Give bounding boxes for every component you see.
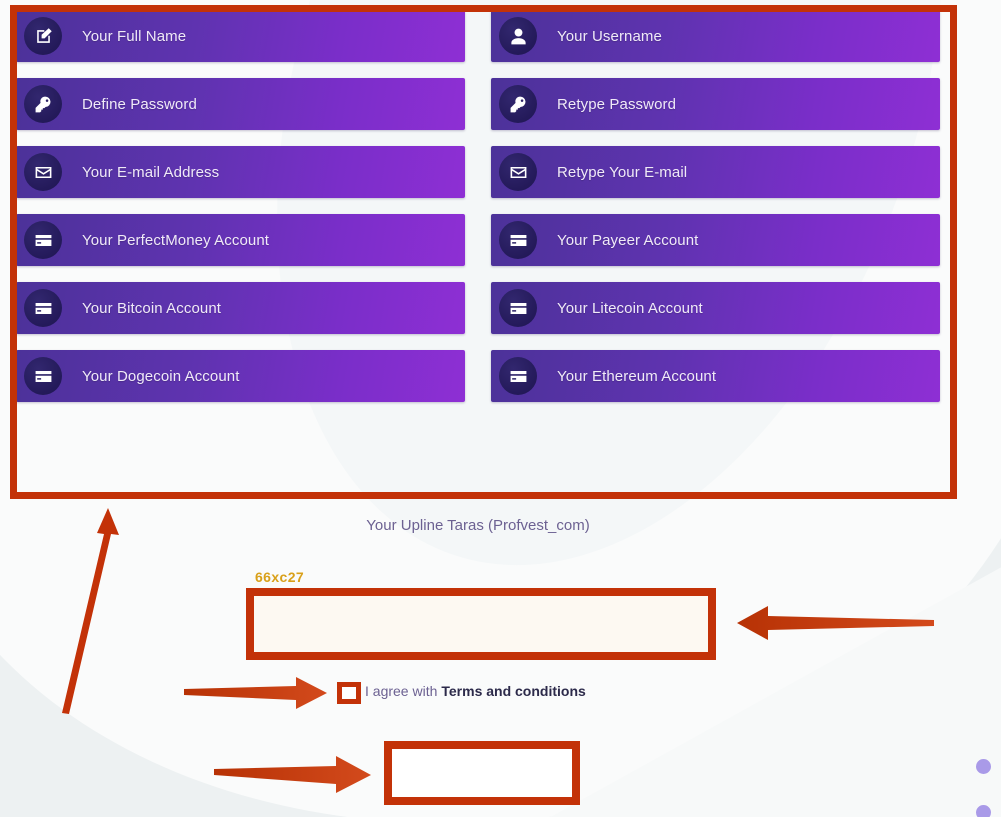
terms-row: I agree with Terms and conditions [365,683,586,699]
field-placeholder: Your E-mail Address [82,163,220,181]
envelope-icon [24,153,62,191]
credit-card-icon [24,289,62,327]
captcha-input[interactable] [318,615,704,633]
envelope-icon [499,153,537,191]
field-placeholder: Your Username [557,27,662,45]
field-placeholder: Your Payeer Account [557,231,699,249]
field-retype-password[interactable]: Retype Password [491,78,940,130]
key-icon [499,85,537,123]
field-placeholder: Retype Your E-mail [557,163,688,181]
field-placeholder: Your Dogecoin Account [82,367,240,385]
field-placeholder: Define Password [82,95,197,113]
key-icon [24,85,62,123]
registration-form: Your Full Name Your Username Define Passwo… [16,10,950,402]
field-placeholder: Your PerfectMoney Account [82,231,270,249]
credit-card-icon [24,221,62,259]
credit-card-icon [499,221,537,259]
field-dogecoin-account[interactable]: Your Dogecoin Account [16,350,465,402]
key-icon [266,605,304,643]
captcha-code: 66xc27 [255,569,305,585]
credit-card-icon [499,289,537,327]
field-password[interactable]: Define Password [16,78,465,130]
edit-icon [24,17,62,55]
field-placeholder: Your Ethereum Account [557,367,717,385]
field-bitcoin-account[interactable]: Your Bitcoin Account [16,282,465,334]
decorative-dot-2 [976,805,991,817]
field-placeholder: Your Bitcoin Account [82,299,222,317]
field-perfectmoney-account[interactable]: Your PerfectMoney Account [16,214,465,266]
registration-page: Your Full Name Your Username Define Passwo… [0,0,1001,817]
form-fields-grid: Your Full Name Your Username Define Passwo… [16,10,950,402]
field-placeholder: Your Litecoin Account [557,299,703,317]
field-retype-email[interactable]: Retype Your E-mail [491,146,940,198]
credit-card-icon [24,357,62,395]
user-icon [499,17,537,55]
field-username[interactable]: Your Username [491,10,940,62]
decorative-dot-1 [976,759,991,774]
captcha-input-row[interactable] [258,599,704,649]
upline-label: Your Upline Taras (Profvest_com) [366,517,590,534]
field-payeer-account[interactable]: Your Payeer Account [491,214,940,266]
field-litecoin-account[interactable]: Your Litecoin Account [491,282,940,334]
credit-card-icon [499,357,537,395]
field-ethereum-account[interactable]: Your Ethereum Account [491,350,940,402]
field-placeholder: Your Full Name [82,27,187,45]
field-placeholder: Retype Password [557,95,677,113]
terms-prefix: I agree with [365,683,438,699]
field-email[interactable]: Your E-mail Address [16,146,465,198]
terms-link[interactable]: Terms and conditions [441,683,585,699]
field-full-name[interactable]: Your Full Name [16,10,465,62]
register-button[interactable]: REGISTER [399,753,557,794]
